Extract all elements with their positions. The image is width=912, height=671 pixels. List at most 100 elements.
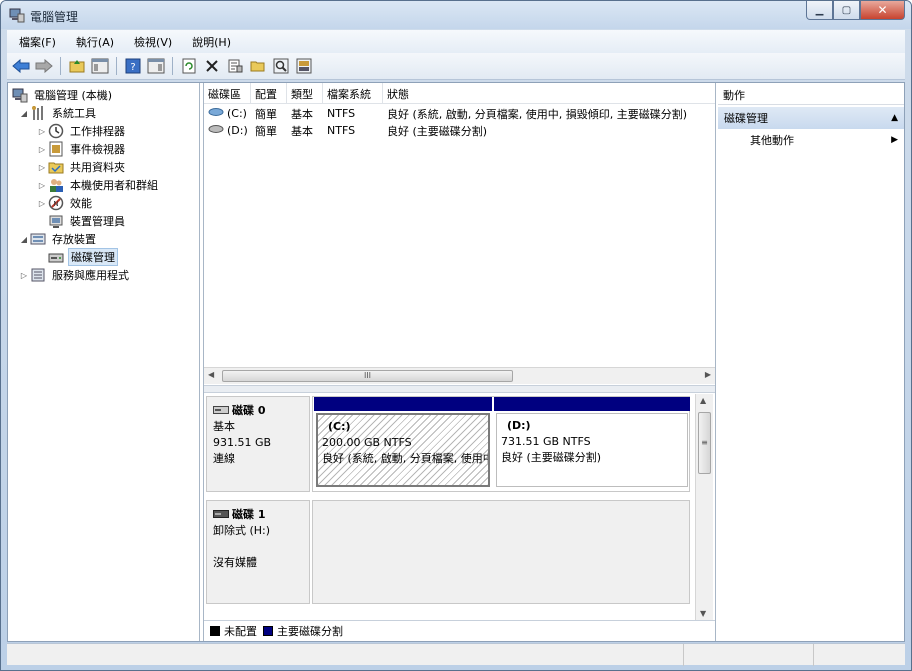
collapsed-arrow-icon[interactable]: ▷ (36, 199, 48, 208)
computer-management-icon (9, 7, 25, 23)
volume-filesystem: NTFS (327, 124, 356, 137)
close-button[interactable]: ✕ (860, 1, 905, 20)
volume-layout: 簡單 (255, 107, 277, 121)
svg-text:?: ? (130, 62, 135, 73)
column-header-filesystem[interactable]: 檔案系統 (323, 83, 383, 104)
actions-pane: 動作 磁碟管理 ▲ 其他動作 ▶ (718, 83, 904, 641)
title-bar[interactable]: 電腦管理 ▁ ▢ ✕ (1, 1, 911, 29)
tree-item-performance[interactable]: ▷ N 效能 (36, 194, 94, 212)
toolbar: ? (7, 53, 905, 80)
drive-icon (208, 107, 224, 120)
disk-management-icon (48, 249, 64, 265)
disk-properties-button[interactable] (294, 56, 314, 76)
actions-section-disk-management[interactable]: 磁碟管理 ▲ (718, 107, 904, 129)
users-icon (48, 177, 64, 193)
shared-folder-icon (48, 159, 64, 175)
scroll-left-icon[interactable]: ◀ (208, 370, 214, 379)
status-section (814, 644, 903, 666)
scroll-up-icon[interactable]: ▲ (700, 396, 706, 405)
storage-icon (30, 231, 46, 247)
volume-row[interactable]: (D:) 簡單 基本 NTFS 良好 (主要磁碟分割) (204, 122, 715, 139)
status-bar (7, 643, 905, 666)
legend-swatch-primary (263, 626, 273, 636)
open-button[interactable] (248, 56, 268, 76)
disk-settings-icon (296, 58, 312, 74)
legend-bar: 未配置 主要磁碟分割 (204, 620, 715, 641)
scroll-down-icon[interactable]: ▼ (700, 609, 706, 618)
up-level-button[interactable] (67, 56, 87, 76)
back-button[interactable] (11, 56, 31, 76)
pane-splitter[interactable] (204, 385, 715, 393)
svg-text:N: N (53, 200, 58, 208)
horizontal-scrollbar[interactable]: ◀ III ▶ (204, 367, 715, 384)
disk-0-label[interactable]: 磁碟 0 基本 931.51 GB 連線 (206, 396, 310, 492)
volume-filesystem: NTFS (327, 107, 356, 120)
menu-view[interactable]: 檢視(V) (122, 34, 180, 50)
toolbar-separator (116, 57, 117, 75)
scrollbar-thumb[interactable]: III (222, 370, 513, 382)
partition-c[interactable]: (C:) 200.00 GB NTFS 良好 (系統, 啟動, 分頁檔案, 使用… (314, 397, 492, 487)
action-pane-icon (147, 58, 165, 74)
collapsed-arrow-icon[interactable]: ▷ (36, 127, 48, 136)
tree-item-disk-management[interactable]: 磁碟管理 (48, 248, 118, 266)
tree-item-services-applications[interactable]: ▷ 服務與應用程式 (18, 266, 131, 284)
minimize-button[interactable]: ▁ (806, 1, 833, 20)
tree-item-label: 裝置管理員 (70, 215, 125, 228)
column-header-type[interactable]: 類型 (287, 83, 323, 104)
collapse-arrow-icon[interactable]: ▲ (891, 113, 898, 123)
menu-help[interactable]: 說明(H) (180, 34, 239, 50)
menu-action[interactable]: 執行(A) (64, 34, 122, 50)
volume-row[interactable]: (C:) 簡單 基本 NTFS 良好 (系統, 啟動, 分頁檔案, 使用中, 損… (204, 105, 715, 122)
partition-status: 良好 (主要磁碟分割) (501, 451, 602, 464)
forward-button[interactable] (34, 56, 54, 76)
toolbar-separator (60, 57, 61, 75)
tree-item-event-viewer[interactable]: ▷ 事件檢視器 (36, 140, 127, 158)
column-header-layout[interactable]: 配置 (251, 83, 287, 104)
disk-1-label[interactable]: 磁碟 1 卸除式 (H:) 沒有媒體 (206, 500, 310, 604)
search-button[interactable] (271, 56, 291, 76)
collapsed-arrow-icon[interactable]: ▷ (36, 181, 48, 190)
services-icon (30, 267, 46, 283)
column-header-volume[interactable]: 磁碟區 (204, 83, 251, 104)
tree-item-label: 存放裝置 (52, 233, 96, 246)
collapsed-arrow-icon[interactable]: ▷ (18, 271, 30, 280)
maximize-button[interactable]: ▢ (833, 1, 860, 20)
status-section (684, 644, 814, 666)
tree-item-local-users-groups[interactable]: ▷ 本機使用者和群組 (36, 176, 160, 194)
menu-file[interactable]: 檔案(F) (7, 34, 64, 50)
expanded-arrow-icon[interactable]: ◢ (18, 235, 30, 244)
tree-item-storage[interactable]: ◢ 存放裝置 (18, 230, 98, 248)
submenu-arrow-icon: ▶ (891, 135, 898, 145)
volume-layout: 簡單 (255, 124, 277, 138)
expanded-arrow-icon[interactable]: ◢ (18, 109, 30, 118)
disk-0-partitions: (C:) 200.00 GB NTFS 良好 (系統, 啟動, 分頁檔案, 使用… (312, 396, 690, 492)
tree-item-task-scheduler[interactable]: ▷ 工作排程器 (36, 122, 127, 140)
tree-item-device-manager[interactable]: 裝置管理員 (48, 212, 127, 230)
show-hide-tree-button[interactable] (90, 56, 110, 76)
delete-button[interactable] (202, 56, 222, 76)
vertical-scrollbar[interactable]: ▲ ≡ ▼ (695, 394, 713, 620)
section-title: 磁碟管理 (724, 112, 768, 125)
scrollbar-thumb[interactable]: ≡ (698, 412, 711, 474)
scroll-right-icon[interactable]: ▶ (705, 370, 711, 379)
collapsed-arrow-icon[interactable]: ▷ (36, 163, 48, 172)
collapsed-arrow-icon[interactable]: ▷ (36, 145, 48, 154)
partition-d[interactable]: (D:) 731.51 GB NTFS 良好 (主要磁碟分割) (494, 397, 690, 487)
tree-item-system-tools[interactable]: ◢ 系統工具 (18, 104, 98, 122)
tree-item-computer-management[interactable]: 電腦管理 (本機) (12, 86, 114, 104)
column-header-status[interactable]: 狀態 (383, 83, 715, 104)
help-button[interactable]: ? (123, 56, 143, 76)
window-title: 電腦管理 (30, 10, 79, 24)
tree-item-label: 工作排程器 (70, 125, 125, 138)
more-actions-item[interactable]: 其他動作 ▶ (718, 129, 904, 151)
tree-item-shared-folders[interactable]: ▷ 共用資料夾 (36, 158, 127, 176)
folder-up-icon (69, 60, 85, 73)
refresh-button[interactable] (179, 56, 199, 76)
properties-button[interactable] (225, 56, 245, 76)
volume-type: 基本 (291, 124, 313, 138)
tree-item-label: 服務與應用程式 (52, 269, 129, 282)
partition-body: (C:) 200.00 GB NTFS 良好 (系統, 啟動, 分頁檔案, 使用… (316, 413, 490, 487)
show-hide-action-pane-button[interactable] (146, 56, 166, 76)
drive-icon (208, 124, 224, 137)
client-area: 電腦管理 (本機) ◢ 系統工具 ▷ 工作排程器 ▷ 事件檢視器 ▷ 共用資料夾… (7, 82, 905, 642)
